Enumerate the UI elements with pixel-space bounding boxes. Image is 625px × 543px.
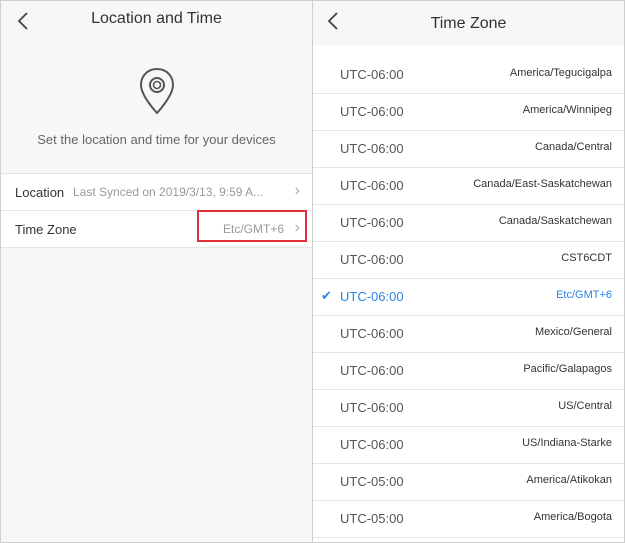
time-zone-offset: UTC-06:00 [340,252,404,267]
time-zone-name: Canada/East-Saskatchewan [473,178,612,190]
time-zone-item[interactable]: UTC-05:00 America/Bogota [313,501,624,538]
time-zone-item[interactable]: UTC-06:00 Mexico/General [313,316,624,353]
time-zone-item[interactable]: UTC-06:00 CST6CDT [313,242,624,279]
right-header: Time Zone [313,1,624,45]
time-zone-label: Time Zone [15,222,77,237]
time-zone-name: Etc/GMT+6 [556,289,612,301]
time-zone-name: America/Atikokan [526,474,612,486]
time-zone-offset: UTC-05:00 [340,474,404,489]
location-value: Last Synced on 2019/3/13, 9:59 A... [73,185,264,199]
page-title: Location and Time [91,10,222,27]
time-zone-item[interactable]: UTC-06:00 Canada/Central [313,131,624,168]
time-zone-offset: UTC-06:00 [340,400,404,415]
chevron-right-icon: › [294,182,300,199]
time-zone-name: America/Bogota [533,511,612,523]
time-zone-offset: UTC-05:00 [340,511,404,526]
time-zone-name: Mexico/General [534,326,612,338]
time-zone-offset: UTC-06:00 [340,289,404,304]
time-zone-offset: UTC-06:00 [340,215,404,230]
location-description: Set the location and time for your devic… [37,132,276,147]
time-zone-name: America/Tegucigalpa [509,67,612,79]
time-zone-name: America/Winnipeg [522,104,612,116]
time-zone-item[interactable]: UTC-06:00 Pacific/Galapagos [313,353,624,390]
highlight-box [197,210,307,242]
time-zone-item[interactable]: UTC-06:00 America/Tegucigalpa [313,57,624,94]
screenshot-frame: Location and Time Set the location and t… [0,0,625,543]
left-header: Location and Time [1,1,312,41]
time-zone-item[interactable]: UTC-06:00 Canada/East-Saskatchewan [313,168,624,205]
time-zone-offset: UTC-06:00 [340,326,404,341]
time-zone-item[interactable]: UTC-06:00 US/Indiana-Starke [313,427,624,464]
location-label: Location [15,185,65,200]
location-row[interactable]: Location Last Synced on 2019/3/13, 9:59 … [1,173,312,210]
time-zone-name: CST6CDT [561,252,612,264]
time-zone-offset: UTC-06:00 [340,104,404,119]
time-zone-offset: UTC-06:00 [340,437,404,452]
time-zone-name: Pacific/Galapagos [523,363,612,375]
checkmark-icon: ✔ [321,288,332,303]
location-pin-icon [136,66,178,116]
time-zone-name: Canada/Central [534,141,612,153]
time-zone-name: US/Indiana-Starke [522,437,612,449]
time-zone-offset: UTC-06:00 [340,178,404,193]
time-zone-item[interactable]: UTC-06:00 Canada/Saskatchewan [313,205,624,242]
time-zone-screen: Time Zone UTC-06:00 America/Tegucigalpa UT… [313,1,624,542]
time-zone-offset: UTC-06:00 [340,67,404,82]
time-zone-list: UTC-06:00 America/Tegucigalpa UTC-06:00 Ame… [313,57,624,538]
time-zone-name: Canada/Saskatchewan [498,215,612,227]
time-zone-item[interactable]: ✔ UTC-06:00 Etc/GMT+6 [313,279,624,316]
time-zone-offset: UTC-06:00 [340,141,404,156]
time-zone-name: US/Central [558,400,612,412]
time-zone-item[interactable]: UTC-05:00 America/Atikokan [313,464,624,501]
page-title: Time Zone [430,15,507,32]
time-zone-offset: UTC-06:00 [340,363,404,378]
location-and-time-screen: Location and Time Set the location and t… [1,1,312,542]
time-zone-item[interactable]: UTC-06:00 US/Central [313,390,624,427]
time-zone-item[interactable]: UTC-06:00 America/Winnipeg [313,94,624,131]
